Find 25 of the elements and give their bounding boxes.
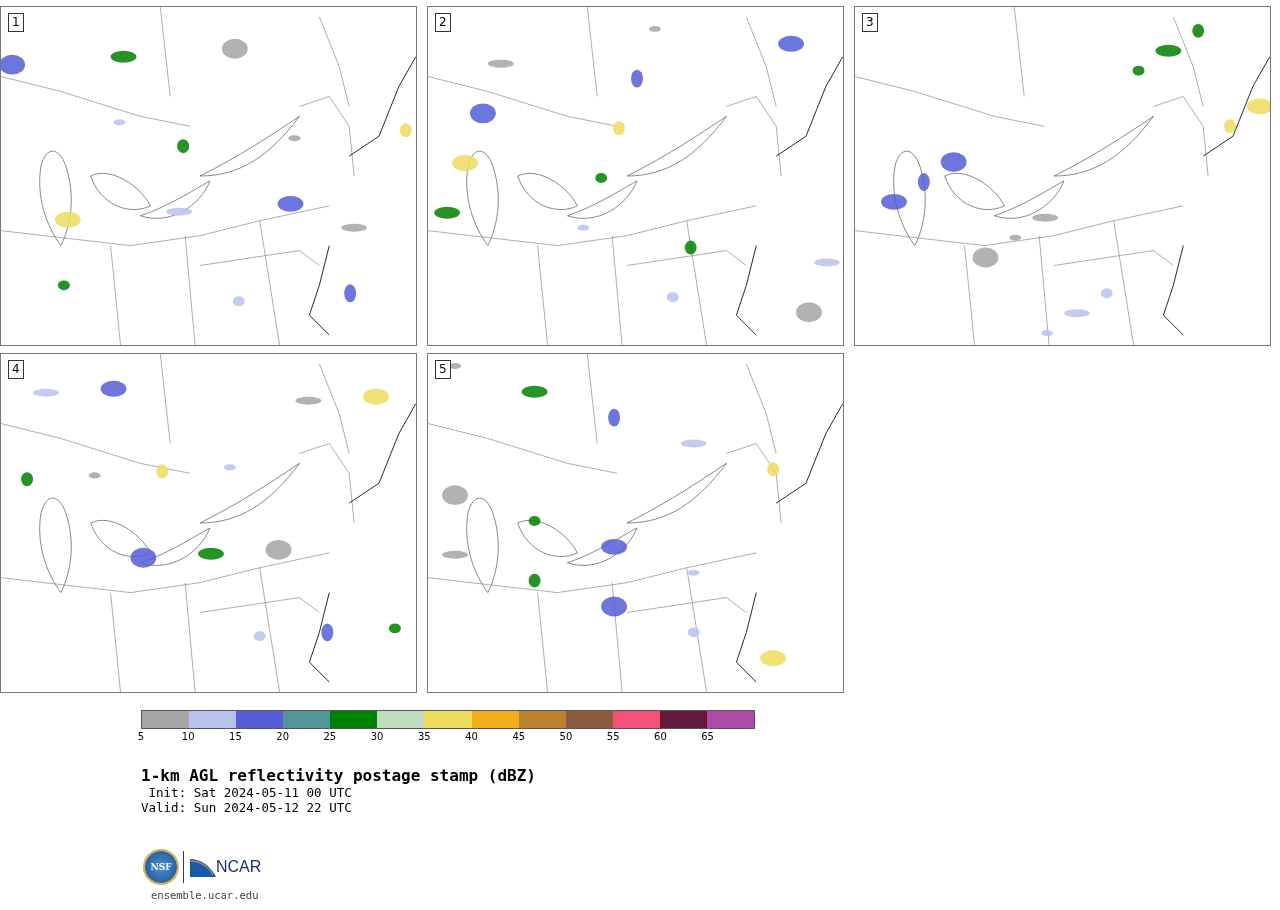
panel-number: 3	[862, 13, 878, 32]
ncar-logo-text: NCAR	[216, 858, 262, 876]
panel-number: 4	[8, 360, 24, 379]
tick-label: 5	[137, 731, 145, 742]
chart-title: 1-km AGL reflectivity postage stamp (dBZ)	[141, 766, 537, 785]
valid-time: Valid: Sun 2024-05-12 22 UTC	[141, 800, 353, 815]
panel-number: 5	[435, 360, 451, 379]
tick-label: 55	[606, 731, 620, 742]
tick-label: 35	[417, 731, 431, 742]
tick-label: 30	[370, 731, 384, 742]
tick-label: 45	[512, 731, 526, 742]
site-url: ensemble.ucar.edu	[151, 889, 260, 901]
ncar-logo-icon	[190, 857, 216, 877]
tick-label: 40	[465, 731, 478, 742]
tick-label: 60	[654, 731, 667, 742]
tick-label: 20	[276, 731, 289, 742]
tick-label: 50	[559, 731, 573, 742]
tick-label: 65	[701, 731, 714, 742]
tick-label: 10	[181, 731, 195, 742]
panel-number: 1	[8, 13, 24, 32]
nsf-logo: NSF	[145, 851, 177, 883]
init-time: Init: Sat 2024-05-11 00 UTC	[147, 785, 353, 800]
tick-label: 15	[229, 731, 242, 742]
panel-number: 2	[435, 13, 451, 32]
tick-label: 25	[323, 731, 337, 742]
